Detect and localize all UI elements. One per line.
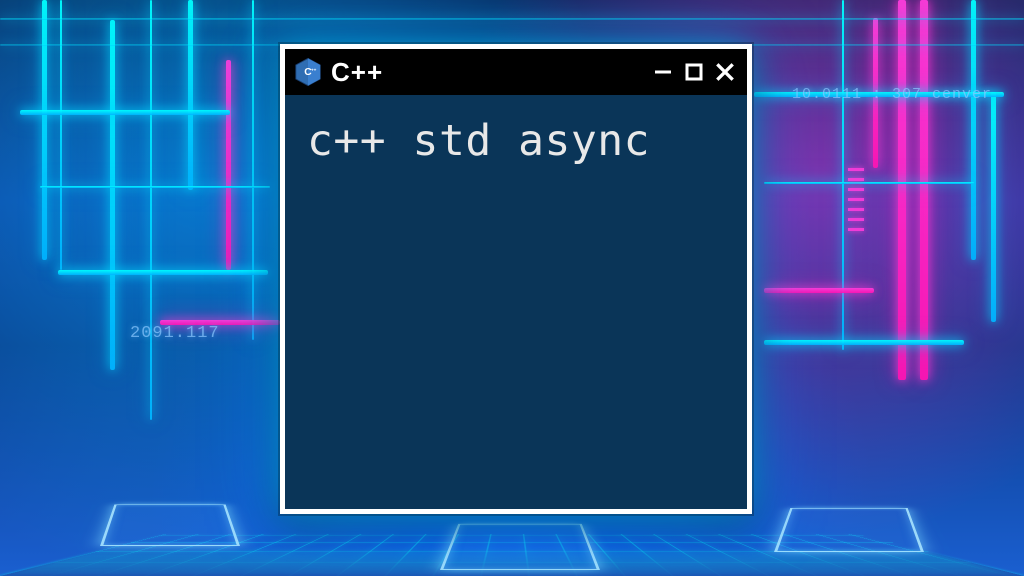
minimize-button[interactable] — [651, 60, 675, 84]
svg-text:++: ++ — [311, 68, 317, 73]
terminal-window: C ++ C++ c++ std async — [280, 44, 752, 514]
terminal-content: c++ std async — [285, 95, 747, 187]
titlebar[interactable]: C ++ C++ — [285, 49, 747, 95]
decorative-text-right: 10.0111 : 307 cenver — [792, 86, 992, 103]
close-button[interactable] — [713, 60, 737, 84]
floor-panel — [100, 504, 240, 546]
decorative-text-left: 2091.117 — [130, 324, 220, 343]
floor-panel — [774, 508, 924, 552]
maximize-button[interactable] — [682, 60, 706, 84]
window-title: C++ — [331, 57, 643, 88]
cpp-logo-icon: C ++ — [293, 57, 323, 87]
window-controls — [651, 60, 737, 84]
floor-panel — [440, 524, 600, 570]
